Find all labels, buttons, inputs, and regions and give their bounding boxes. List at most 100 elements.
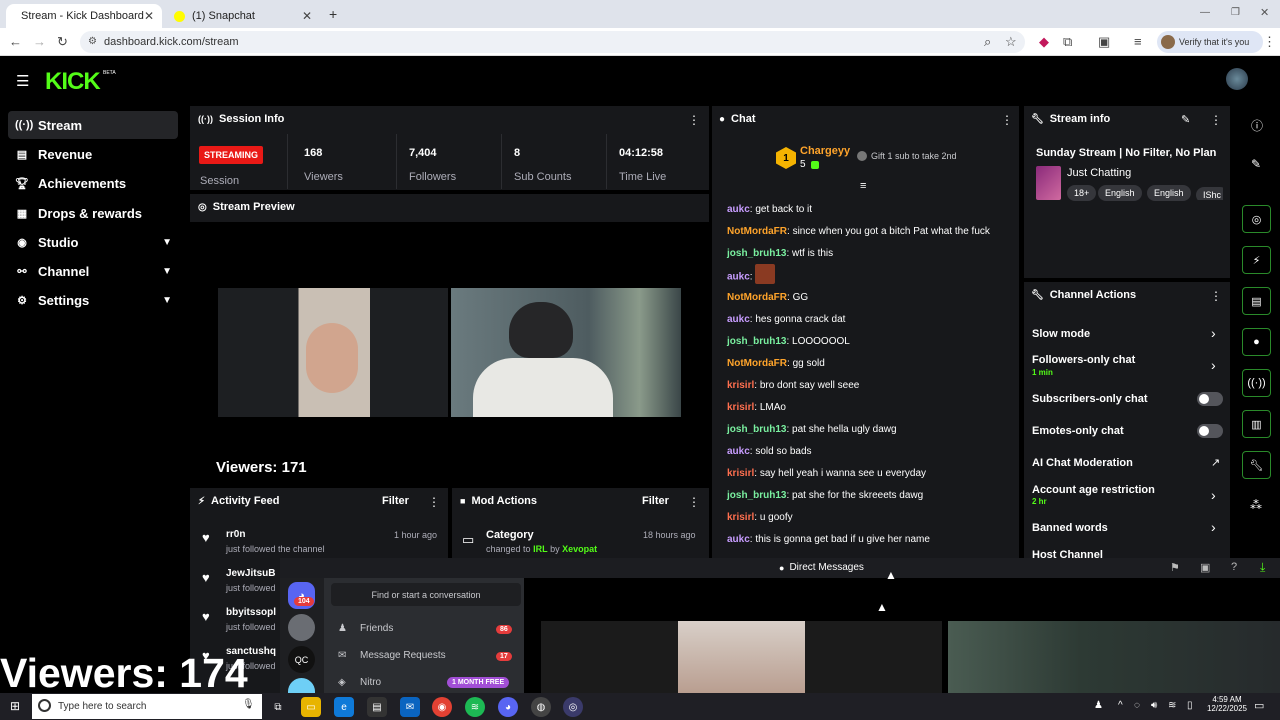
mail-icon[interactable]: ✉ (400, 697, 420, 717)
volume-icon[interactable]: 🔊︎ (1151, 700, 1157, 711)
edge-icon[interactable]: e (334, 697, 354, 717)
discord-search-input[interactable]: Find or start a conversation (331, 583, 521, 606)
sidebar-item-settings[interactable]: ⚙ Settings ▼ (8, 286, 178, 314)
new-tab-icon[interactable]: + (329, 6, 337, 22)
direct-messages-toggle[interactable]: ● Direct Messages (779, 562, 864, 573)
taskbar-search-input[interactable]: Type here to search 🎙︎ (32, 694, 262, 719)
channel-actions-menu-icon[interactable]: ⋮ (1210, 289, 1222, 303)
account-age-label[interactable]: Account age restriction (1032, 484, 1155, 496)
extensions-icon[interactable]: ⧉ (1063, 34, 1072, 50)
activity-filter-button[interactable]: Filter (382, 495, 409, 507)
edit-layout-icon[interactable]: ✎ (1251, 157, 1261, 171)
bookmark-star-icon[interactable]: ☆ (1005, 34, 1017, 50)
site-info-icon[interactable]: ⚙ (88, 36, 97, 47)
chevron-right-icon[interactable]: › (1211, 357, 1216, 373)
tab-snapchat[interactable]: (1) Snapchat ✕ (166, 4, 320, 28)
mod-category-value[interactable]: IRL (533, 544, 548, 554)
chat-username[interactable]: NotMordaFR (727, 358, 787, 369)
sidebar-item-revenue[interactable]: ▤ Revenue (8, 140, 178, 168)
stream-category[interactable]: Just Chatting (1067, 167, 1131, 179)
pinned-toggle-icon[interactable]: ≡ (860, 180, 866, 192)
close-tab-icon[interactable]: ✕ (144, 9, 154, 23)
verify-identity-button[interactable]: Verify that it's you (1157, 31, 1263, 53)
discord-nitro-item[interactable]: ◈ Nitro (338, 677, 381, 688)
discord-app-icon[interactable]: ◕ (498, 697, 518, 717)
mod-filter-button[interactable]: Filter (642, 495, 669, 507)
help-icon[interactable]: ? (1231, 561, 1237, 573)
zoom-icon[interactable]: ⌕ (984, 34, 991, 50)
notification-icon[interactable]: ▭ (1254, 699, 1264, 712)
rail-tools-button[interactable]: 🔧︎ (1242, 451, 1271, 479)
chat-username[interactable]: aukc (727, 204, 750, 215)
mod-menu-icon[interactable]: ⋮ (688, 495, 700, 509)
tray-chevron-icon[interactable]: ^ (1118, 700, 1123, 711)
sidebar-item-studio[interactable]: ◉ Studio ▼ (8, 228, 178, 256)
store-icon[interactable]: ▤ (367, 697, 387, 717)
chat-username[interactable]: aukc (727, 314, 750, 325)
people-icon[interactable]: ♟ (1094, 700, 1103, 711)
microphone-icon[interactable]: 🎙︎ (242, 699, 255, 710)
chat-username[interactable]: josh_bruh13 (727, 248, 786, 259)
url-text[interactable]: dashboard.kick.com/stream (104, 36, 239, 48)
edit-pencil-icon[interactable]: ✎ (1181, 113, 1190, 126)
chat-username[interactable]: josh_bruh13 (727, 336, 786, 347)
reload-icon[interactable]: ↻ (57, 34, 68, 50)
sidebar-item-achievements[interactable]: 🏆︎ Achievements (8, 169, 178, 197)
close-window-icon[interactable]: ✕ (1260, 6, 1269, 19)
session-menu-icon[interactable]: ⋮ (688, 113, 700, 127)
discord-message-requests-item[interactable]: ✉ Message Requests (338, 650, 446, 661)
forward-icon[interactable]: → (33, 34, 46, 50)
ai-moderation-label[interactable]: AI Chat Moderation (1032, 457, 1133, 469)
restore-icon[interactable]: ❐ (1231, 7, 1240, 18)
chat-username[interactable]: josh_bruh13 (727, 490, 786, 501)
rail-mod-button[interactable]: ▤ (1242, 287, 1271, 315)
feed-username[interactable]: bbyitssopl (226, 607, 276, 618)
inbox-icon[interactable]: ▣ (1200, 561, 1210, 574)
sidebar-item-drops-rewards[interactable]: ▦ Drops & rewards (8, 199, 178, 227)
feed-username[interactable]: rr0n (226, 529, 245, 540)
info-icon[interactable]: ⓘ (1251, 117, 1263, 134)
chevron-right-icon[interactable]: › (1211, 487, 1216, 503)
host-channel-label[interactable]: Host Channel (1032, 549, 1103, 558)
browser-menu-icon[interactable]: ⋮ (1263, 34, 1276, 50)
chat-username[interactable]: krisirl (727, 468, 754, 479)
rail-session-button[interactable]: ((·)) (1242, 369, 1271, 397)
chat-menu-icon[interactable]: ⋮ (1001, 113, 1013, 127)
server-icon[interactable] (288, 614, 315, 641)
external-link-icon[interactable]: ↗ (1211, 456, 1220, 469)
feed-username[interactable]: JewJitsuB (226, 568, 275, 579)
task-view-icon[interactable]: ⧉ (268, 697, 288, 717)
chat-username[interactable]: aukc (727, 534, 750, 545)
kick-logo[interactable]: KICK (45, 68, 101, 96)
server-icon[interactable]: QC (288, 646, 315, 673)
chat-username[interactable]: krisirl (727, 402, 754, 413)
mod-user[interactable]: Xevopat (562, 544, 597, 554)
chevron-right-icon[interactable]: › (1211, 325, 1216, 341)
windows-start-icon[interactable]: ⊞ (10, 699, 20, 713)
rail-chat-button[interactable]: ● (1242, 328, 1271, 356)
chrome-icon[interactable]: ◉ (432, 697, 452, 717)
flag-icon[interactable]: ⚑ (1170, 561, 1180, 574)
tab-search-icon[interactable]: ▣ (1098, 34, 1110, 50)
obs-icon[interactable]: ◍ (531, 697, 551, 717)
app-icon[interactable]: ◎ (563, 697, 583, 717)
stream-info-menu-icon[interactable]: ⋮ (1210, 113, 1222, 127)
slow-mode-label[interactable]: Slow mode (1032, 328, 1090, 340)
activity-menu-icon[interactable]: ⋮ (428, 495, 440, 509)
rail-activity-button[interactable]: ⚡︎ (1242, 246, 1271, 274)
chevron-right-icon[interactable]: › (1211, 519, 1216, 535)
taskbar-clock[interactable]: 4:59 AM 12/22/2025 (1205, 695, 1249, 713)
back-icon[interactable]: ← (9, 34, 22, 50)
chat-username[interactable]: NotMordaFR (727, 226, 787, 237)
sidebar-item-channel[interactable]: ⚯ Channel ▼ (8, 257, 178, 285)
sidebar-item-stream[interactable]: ((·)) Stream (8, 111, 178, 139)
chat-username[interactable]: NotMordaFR (727, 292, 787, 303)
top-gifter-name[interactable]: Chargeyy (800, 145, 850, 157)
chat-username[interactable]: aukc (727, 272, 750, 283)
more-widgets-icon[interactable]: ⁂ (1250, 498, 1262, 512)
wifi-icon[interactable]: ≋ (1168, 700, 1176, 711)
chat-username[interactable]: josh_bruh13 (727, 424, 786, 435)
file-explorer-icon[interactable]: ▭ (301, 697, 321, 717)
tab-kick-dashboard[interactable]: Stream - Kick Dashboard ✕ (6, 4, 162, 28)
spotify-icon[interactable]: ≋ (465, 697, 485, 717)
